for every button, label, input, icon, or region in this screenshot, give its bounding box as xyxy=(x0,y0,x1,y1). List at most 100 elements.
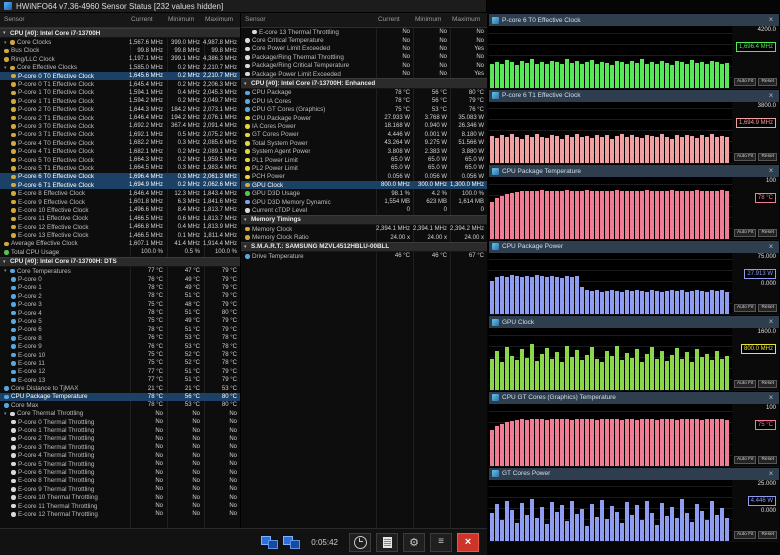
auto-fit-button[interactable]: Auto Fit xyxy=(734,153,757,161)
section-header[interactable]: ▾CPU [#0]: Intel Core i7-13700H: DTS xyxy=(0,257,240,267)
graph-titlebar[interactable]: CPU GT Cores (Graphics) Temperature× xyxy=(489,392,779,404)
auto-fit-button[interactable]: Auto Fit xyxy=(734,78,757,86)
sensor-row[interactable]: IA Cores Power18.168 W0.940 W26.346 W xyxy=(241,122,487,130)
sensor-row[interactable]: E-core 1277 °C51 °C79 °C xyxy=(0,368,240,376)
sensor-row[interactable]: P-core 1 T0 Effective Clock1,594.1 MHz0.… xyxy=(0,89,240,97)
sensor-row[interactable]: E-core 8 Thermal ThrottlingNoNoNo xyxy=(0,477,240,485)
sensor-row[interactable]: P-core 678 °C51 °C79 °C xyxy=(0,326,240,334)
sensor-row[interactable]: P-core 4 T1 Effective Clock1,682.1 MHz0.… xyxy=(0,147,240,155)
reset-button[interactable]: Reset xyxy=(758,78,777,86)
sensor-row[interactable]: ▾Core Thermal ThrottlingNoNoNo xyxy=(0,410,240,418)
sensor-row[interactable]: PL1 Power Limit65.0 W65.0 W65.0 W xyxy=(241,156,487,164)
close-icon[interactable]: × xyxy=(766,166,776,176)
sensor-row[interactable]: P-core 076 °C49 °C79 °C xyxy=(0,275,240,283)
auto-fit-button[interactable]: Auto Fit xyxy=(734,304,757,312)
sensor-row[interactable]: P-core 3 T0 Effective Clock1,692.2 MHz36… xyxy=(0,122,240,130)
sensor-row[interactable]: CPU Package Temperature78 °C56 °C80 °C xyxy=(0,393,240,401)
sensor-row[interactable]: Package/Ring Critical TemperatureNoNoNo xyxy=(241,62,487,70)
graph-titlebar[interactable]: GT Cores Power× xyxy=(489,468,779,480)
sensor-row[interactable]: Core Power Limit ExceededNoNoYes xyxy=(241,45,487,53)
sensor-row[interactable]: E-core 13 Effective Clock1,466.5 MHz0.1 … xyxy=(0,231,240,239)
sensor-row[interactable]: P-core 5 T0 Effective Clock1,664.3 MHz0.… xyxy=(0,156,240,164)
sensor-row[interactable]: Core Critical TemperatureNoNoNo xyxy=(241,36,487,44)
sensor-row[interactable]: Ring/LLC Clock1,197.1 MHz399.1 MHz4,386.… xyxy=(0,55,240,63)
sensor-row[interactable]: E-core 12 Effective Clock1,466.8 MHz0.4 … xyxy=(0,223,240,231)
sensor-row[interactable]: P-core 4 T0 Effective Clock1,682.2 MHz0.… xyxy=(0,139,240,147)
close-icon[interactable]: × xyxy=(766,469,776,479)
column-header-current[interactable]: Current xyxy=(376,13,413,27)
auto-fit-button[interactable]: Auto Fit xyxy=(734,456,757,464)
sensor-row[interactable]: P-core 1 Thermal ThrottlingNoNoNo xyxy=(0,426,240,434)
close-icon[interactable]: × xyxy=(766,15,776,25)
sensor-row[interactable]: ▾Core Temperatures77 °C47 °C79 °C xyxy=(0,267,240,275)
sensor-row[interactable]: PL2 Power Limit65.0 W65.0 W65.0 W xyxy=(241,164,487,172)
sensor-row[interactable]: E-core 8 Effective Clock1,646.4 MHz12.3 … xyxy=(0,189,240,197)
sensor-row[interactable]: Core Distance to TjMAX21 °C21 °C53 °C xyxy=(0,384,240,392)
sensor-row[interactable]: E-core 13 Thermal ThrottlingNoNoNo xyxy=(241,28,487,36)
window-titlebar[interactable]: HWiNFO64 v7.36-4960 Sensor Status [232 v… xyxy=(0,0,486,13)
auto-fit-button[interactable]: Auto Fit xyxy=(734,531,757,539)
reset-button[interactable]: Reset xyxy=(758,304,777,312)
sensor-row[interactable]: P-core 4 Thermal ThrottlingNoNoNo xyxy=(0,452,240,460)
graph-titlebar[interactable]: GPU Clock× xyxy=(489,316,779,328)
close-icon[interactable]: × xyxy=(766,91,776,101)
sensor-row[interactable]: Core Max78 °C53 °C80 °C xyxy=(0,401,240,409)
options-button[interactable]: ≡ xyxy=(430,533,452,552)
sensor-row[interactable]: P-core 6 T0 Effective Clock1,696.4 MHz0.… xyxy=(0,173,240,181)
sensor-row[interactable]: P-core 478 °C51 °C80 °C xyxy=(0,309,240,317)
section-header[interactable]: ▾S.M.A.R.T.: SAMSUNG MZVL4512HBLU-00BLL xyxy=(241,242,487,252)
sensor-row[interactable]: P-core 0 Thermal ThrottlingNoNoNo xyxy=(0,418,240,426)
clock-button[interactable] xyxy=(349,533,371,552)
sensor-row[interactable]: CPU IA Cores78 °C56 °C79 °C xyxy=(241,97,487,105)
reset-button[interactable]: Reset xyxy=(758,456,777,464)
sensor-row[interactable]: E-core 1175 °C52 °C78 °C xyxy=(0,359,240,367)
sensor-row[interactable]: ▾Core Effective Clocks1,585.0 MHz0.2 MHz… xyxy=(0,64,240,72)
graph-titlebar[interactable]: P-core 6 T0 Effective Clock× xyxy=(489,14,779,26)
sensor-row[interactable]: PCH Power0.056 W0.056 W0.056 W xyxy=(241,173,487,181)
sensor-row[interactable]: Drive Temperature46 °C46 °C67 °C xyxy=(241,252,487,260)
logging-windows-icon[interactable] xyxy=(261,536,278,549)
sensor-row[interactable]: P-core 6 Thermal ThrottlingNoNoNo xyxy=(0,468,240,476)
sensor-row[interactable]: E-core 12 Thermal ThrottlingNoNoNo xyxy=(0,510,240,518)
sensor-row[interactable]: P-core 6 T1 Effective Clock1,694.9 MHz0.… xyxy=(0,181,240,189)
sensor-row[interactable]: P-core 575 °C49 °C79 °C xyxy=(0,317,240,325)
auto-fit-button[interactable]: Auto Fit xyxy=(734,229,757,237)
sensor-row[interactable]: E-core 1377 °C51 °C79 °C xyxy=(0,376,240,384)
reset-button[interactable]: Reset xyxy=(758,380,777,388)
sensor-row[interactable]: ▾Core Clocks1,567.6 MHz399.0 MHz4,987.8 … xyxy=(0,38,240,46)
sensor-row[interactable]: P-core 0 T1 Effective Clock1,645.4 MHz0.… xyxy=(0,80,240,88)
sensor-row[interactable]: E-core 876 °C53 °C78 °C xyxy=(0,334,240,342)
column-header-sensor[interactable]: Sensor xyxy=(0,13,129,27)
sensor-row[interactable]: P-core 2 T0 Effective Clock1,644.3 MHz18… xyxy=(0,106,240,114)
sensor-row[interactable]: GT Cores Power4.446 W0.001 W8.180 W xyxy=(241,131,487,139)
sensor-row[interactable]: E-core 976 °C53 °C78 °C xyxy=(0,342,240,350)
sensor-row[interactable]: GPU D3D Memory Dynamic1,554 MB623 MB1,61… xyxy=(241,198,487,206)
sensor-row[interactable]: P-core 375 °C48 °C79 °C xyxy=(0,301,240,309)
sensor-row[interactable]: E-core 10 Effective Clock1,496.6 MHz8.4 … xyxy=(0,206,240,214)
sensor-row[interactable]: Total System Power43.264 W9.275 W51.566 … xyxy=(241,139,487,147)
sensor-row[interactable]: System Agent Power3.808 W2.383 W3.880 W xyxy=(241,147,487,155)
close-icon[interactable]: × xyxy=(766,317,776,327)
column-header-maximum[interactable]: Maximum xyxy=(450,13,487,27)
column-header-minimum[interactable]: Minimum xyxy=(413,13,450,27)
section-header[interactable]: ▾CPU [#0]: Intel Core i7-13700H xyxy=(0,28,240,38)
sensor-row[interactable]: P-core 3 T1 Effective Clock1,692.1 MHz0.… xyxy=(0,131,240,139)
sensor-row[interactable]: E-core 1075 °C52 °C78 °C xyxy=(0,351,240,359)
sensor-row[interactable]: P-core 2 Thermal ThrottlingNoNoNo xyxy=(0,435,240,443)
close-icon[interactable]: × xyxy=(766,242,776,252)
sensor-row[interactable]: GPU D3D Usage98.1 %4.2 %100.0 % xyxy=(241,189,487,197)
sensor-row[interactable]: E-core 10 Thermal ThrottlingNoNoNo xyxy=(0,493,240,501)
graph-titlebar[interactable]: P-core 6 T1 Effective Clock× xyxy=(489,90,779,102)
section-header[interactable]: ▾CPU [#0]: Intel Core i7-13700H: Enhance… xyxy=(241,78,487,88)
report-button[interactable] xyxy=(376,533,398,552)
column-header-maximum[interactable]: Maximum xyxy=(203,13,240,27)
column-header-minimum[interactable]: Minimum xyxy=(166,13,203,27)
reset-button[interactable]: Reset xyxy=(758,153,777,161)
sensor-row[interactable]: CPU GT Cores (Graphics)75 °C53 °C76 °C xyxy=(241,106,487,114)
sensor-row[interactable]: P-core 3 Thermal ThrottlingNoNoNo xyxy=(0,443,240,451)
sensor-row[interactable]: P-core 2 T1 Effective Clock1,646.4 MHz19… xyxy=(0,114,240,122)
sensor-row[interactable]: Bus Clock99.8 MHz99.8 MHz99.8 MHz xyxy=(0,47,240,55)
sensor-row[interactable]: P-core 278 °C51 °C79 °C xyxy=(0,292,240,300)
sensor-row[interactable]: E-core 9 Thermal ThrottlingNoNoNo xyxy=(0,485,240,493)
sensor-row[interactable]: Package/Ring Thermal ThrottlingNoNoNo xyxy=(241,53,487,61)
